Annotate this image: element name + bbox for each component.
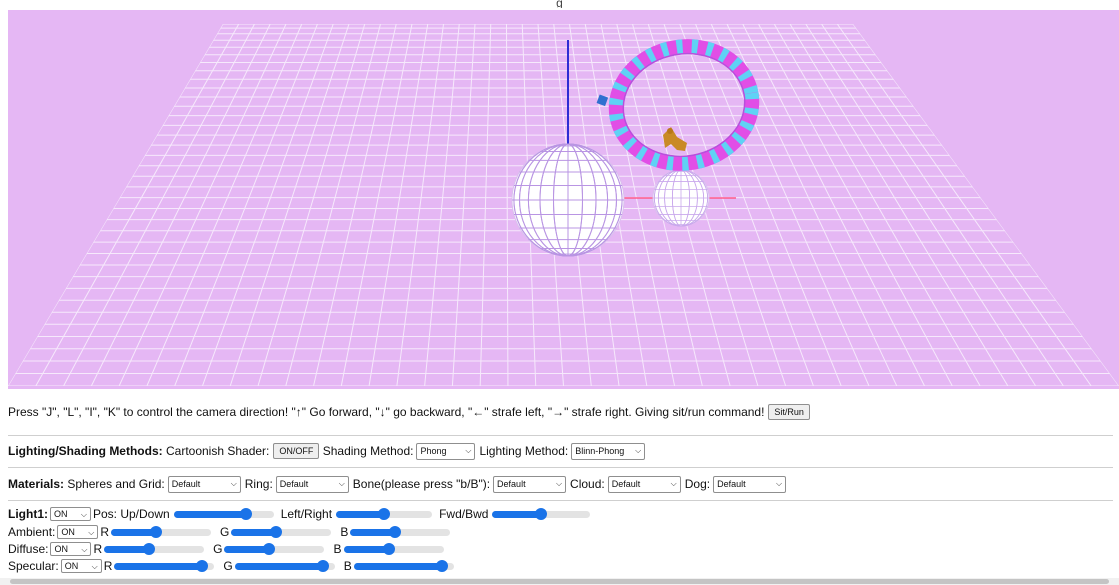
chevron-down-icon: ⌵ [338,478,345,488]
slider-thumb[interactable] [535,507,548,520]
diffuse-row: Diffuse: ON ⌵ R G B [8,542,447,556]
ambient-r-label: R [100,525,110,539]
specular-b-label: B [343,559,352,573]
scene-svg [8,24,1119,386]
chevron-down-icon: ⌵ [81,545,88,554]
cloud-label: Cloud: [570,477,605,491]
chevron-down-icon: ⌵ [776,478,783,488]
lighting-method-label: Lighting Method: [479,444,569,458]
diffuse-r-slider[interactable] [104,542,205,555]
chevron-down-icon: ⌵ [230,478,237,488]
pos-leftright-label: Left/Right [280,507,333,521]
spheres-material-select[interactable]: Default ⌵ [167,475,241,493]
slider-thumb[interactable] [316,559,329,572]
large-sphere [511,143,625,257]
ambient-state-select[interactable]: ON ⌵ [57,525,99,539]
light1-state-select[interactable]: ON ⌵ [50,507,91,521]
specular-r-slider[interactable] [114,559,215,572]
slider-thumb[interactable] [382,542,395,555]
blue-cube [596,94,609,107]
cartoon-label: Cartoonish Shader: [165,444,270,458]
materials-heading: Materials: [8,477,65,491]
pos-fwdbwd-slider[interactable] [492,507,591,520]
scrollbar-thumb[interactable] [10,579,1109,584]
diffuse-label: Diffuse: [8,542,49,556]
specular-b-slider[interactable] [353,559,454,572]
specular-state-select[interactable]: ON ⌵ [60,559,102,573]
materials-row: Materials: Spheres and Grid: Default ⌵ Ri… [8,475,1113,493]
diffuse-b-label: B [333,542,342,556]
dog-label: Dog: [684,477,711,491]
specular-r-label: R [103,559,113,573]
pos-updown-label: Pos: Up/Down [93,507,170,521]
pos-fwdbwd-label: Fwd/Bwd [439,507,489,521]
diffuse-g-slider[interactable] [224,542,325,555]
slider-thumb[interactable] [389,525,402,538]
slider-thumb[interactable] [263,542,276,555]
slider-thumb[interactable] [378,507,391,520]
slider-thumb[interactable] [270,525,283,538]
slider-thumb[interactable] [143,542,156,555]
chevron-down-icon: ⌵ [555,478,563,488]
diffuse-state-select[interactable]: ON ⌵ [50,542,92,556]
pos-updown-slider[interactable] [173,507,274,520]
controls-instructions: Press "J", "L", "I", "K" to control the … [8,403,1113,421]
chevron-down-icon: ⌵ [635,445,642,455]
lighting-method-select[interactable]: Blinn-Phong ⌵ [571,442,646,460]
ring-material-select[interactable]: Default ⌵ [275,475,349,493]
bone-label: Bone(please press "b/B"): [352,477,491,491]
spheres-label: Spheres and Grid: [67,477,165,491]
diffuse-g-label: G [213,542,223,556]
shading-method-select[interactable]: Phong ⌵ [416,442,476,460]
lighting-shading-row: Lighting/Shading Methods: Cartoonish Sha… [8,442,1113,460]
light1-heading: Light1: [8,507,48,521]
chevron-down-icon: ⌵ [88,528,95,537]
divider [8,500,1113,501]
diffuse-b-slider[interactable] [343,542,444,555]
divider [8,467,1113,468]
slider-thumb[interactable] [435,559,448,572]
slider-thumb[interactable] [150,525,163,538]
specular-row: Specular: ON ⌵ R G B [8,559,457,573]
ambient-row: Ambient: ON ⌵ R G B [8,525,453,539]
small-sphere [652,169,710,227]
ambient-g-slider[interactable] [231,525,332,538]
slider-thumb[interactable] [239,507,252,520]
ring-label: Ring: [244,477,273,491]
chevron-down-icon: ⌵ [80,510,87,519]
divider [8,435,1113,436]
sit-run-button[interactable]: Sit/Run [768,404,810,420]
controls-text: Press "J", "L", "I", "K" to control the … [8,405,765,419]
ambient-label: Ambient: [8,525,56,539]
ring-torus [608,39,760,171]
cloud-material-select[interactable]: Default ⌵ [607,475,681,493]
lighting-heading: Lighting/Shading Methods: [8,444,163,458]
dog-material-select[interactable]: Default ⌵ [713,475,787,493]
shading-label: Shading Method: [322,444,414,458]
pos-leftright-slider[interactable] [336,507,433,520]
specular-g-label: G [223,559,233,573]
bone-material-select[interactable]: Default ⌵ [493,475,567,493]
page-heading-fragment: g [556,0,563,8]
specular-g-slider[interactable] [234,559,335,572]
ambient-b-label: B [340,525,349,539]
slider-thumb[interactable] [196,559,209,572]
chevron-down-icon: ⌵ [670,478,677,488]
ambient-r-slider[interactable] [111,525,212,538]
diffuse-r-label: R [93,542,103,556]
horizontal-scrollbar[interactable] [0,578,1119,585]
light1-position-row: Light1: ON ⌵ Pos: Up/Down Left/Right Fwd/… [8,507,593,521]
cartoon-toggle-button[interactable]: ON/OFF [273,443,320,459]
ambient-b-slider[interactable] [350,525,451,538]
chevron-down-icon: ⌵ [465,445,472,455]
chevron-down-icon: ⌵ [91,562,98,571]
webgl-canvas[interactable] [8,10,1119,389]
ambient-g-label: G [220,525,230,539]
specular-label: Specular: [8,559,59,573]
